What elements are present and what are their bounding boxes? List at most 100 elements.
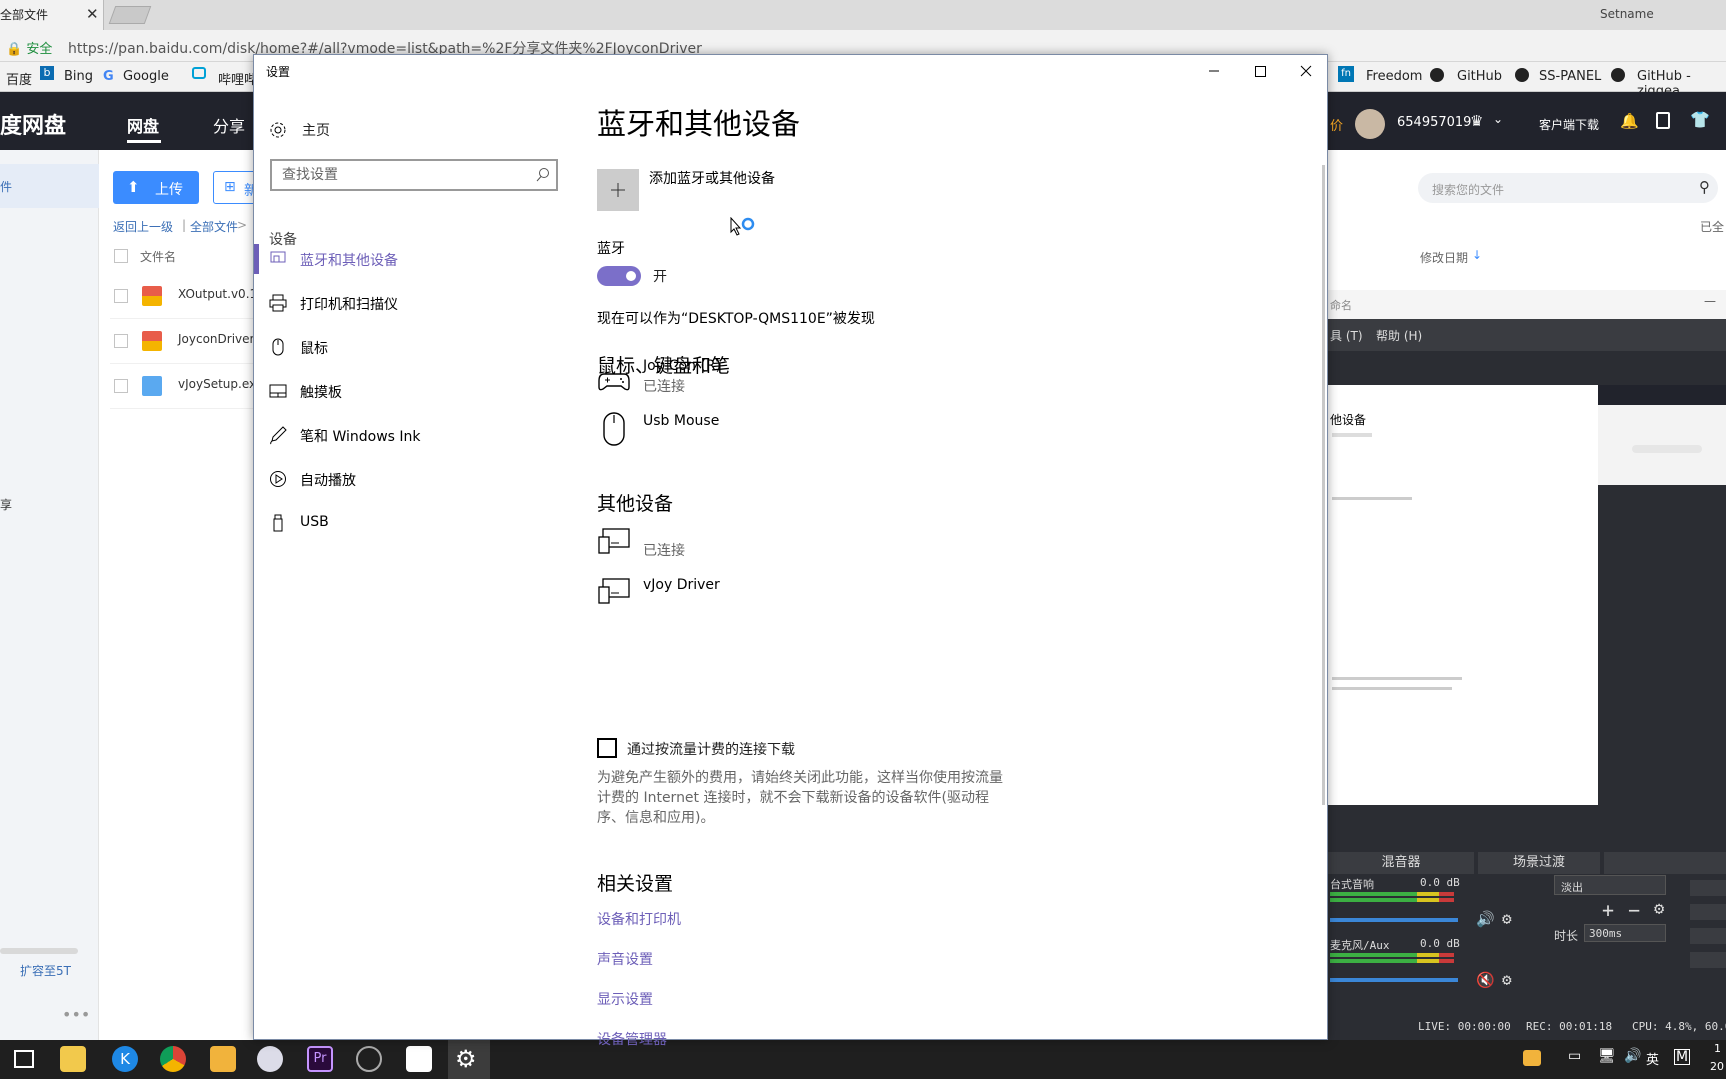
sidebar-item-share[interactable]: 享 xyxy=(0,496,12,513)
bookmark-ss-panel[interactable]: SS-PANEL xyxy=(1539,69,1601,84)
settings-titlebar[interactable]: 设置 xyxy=(254,55,1327,87)
photos-icon[interactable] xyxy=(406,1046,432,1072)
gear-icon[interactable]: ⚙ xyxy=(1502,970,1512,989)
remove-icon[interactable]: − xyxy=(1628,898,1640,922)
metered-label[interactable]: 通过按流量计费的连接下载 xyxy=(627,739,795,759)
device-usb-mouse[interactable] xyxy=(599,411,629,447)
device-name[interactable]: Usb Mouse xyxy=(643,413,719,429)
minimize-icon[interactable]: — xyxy=(1704,294,1716,308)
file-checkbox[interactable] xyxy=(114,334,128,348)
more-icon[interactable]: ••• xyxy=(62,1005,90,1024)
upload-button[interactable]: ⬆ 上传 xyxy=(113,171,199,204)
metered-checkbox[interactable] xyxy=(597,738,617,758)
column-filename[interactable]: 文件名 xyxy=(140,248,176,265)
tray-volume-icon[interactable]: 🔊 xyxy=(1624,1048,1641,1064)
obs-menu-tools[interactable]: 具 (T) xyxy=(1330,327,1363,344)
link-display-settings[interactable]: 显示设置 xyxy=(597,989,653,1009)
obs-icon[interactable] xyxy=(356,1046,382,1072)
settings-search[interactable] xyxy=(270,159,558,191)
bookmark-bing[interactable]: Bing xyxy=(64,69,93,84)
bookmark-github[interactable]: GitHub xyxy=(1457,69,1502,84)
obs-menu-help[interactable]: 帮助 (H) xyxy=(1376,327,1422,344)
file-row[interactable]: vJoySetup.exe xyxy=(110,365,263,409)
breadcrumb-back[interactable]: 返回上一级 xyxy=(113,218,173,235)
app-cat-icon[interactable] xyxy=(210,1046,236,1072)
add-device-button[interactable] xyxy=(597,169,639,211)
ime-indicator[interactable]: 英 xyxy=(1646,1049,1659,1068)
nav-item-touchpad[interactable]: 触摸板 xyxy=(254,369,554,413)
link-device-manager[interactable]: 设备管理器 xyxy=(597,1029,667,1049)
username[interactable]: 654957019 xyxy=(1397,115,1471,130)
maximize-button[interactable] xyxy=(1237,55,1283,87)
avatar[interactable] xyxy=(1355,109,1385,139)
chrome-icon[interactable] xyxy=(160,1046,186,1072)
transition-select[interactable]: 淡出 xyxy=(1554,875,1666,895)
settings-search-input[interactable] xyxy=(282,166,522,184)
nav-item-pen[interactable]: 笔和 Windows Ink xyxy=(254,413,554,457)
device-unknown[interactable] xyxy=(597,527,631,555)
add-icon[interactable]: + xyxy=(1602,898,1614,922)
clipboard-icon[interactable] xyxy=(1656,112,1670,129)
ime-mode-icon[interactable]: M xyxy=(1674,1049,1690,1065)
file-row[interactable]: XOutput.v0.11 xyxy=(110,275,265,319)
add-device-label[interactable]: 添加蓝牙或其他设备 xyxy=(649,168,775,188)
nav-item-printers[interactable]: 打印机和扫描仪 xyxy=(254,281,554,325)
nav-item-mouse[interactable]: 鼠标 xyxy=(254,325,554,369)
bookmark-baidu[interactable]: 百度 xyxy=(6,69,32,88)
link-devices-printers[interactable]: 设备和打印机 xyxy=(597,909,681,929)
app-sphere-icon[interactable] xyxy=(257,1046,283,1072)
device-name[interactable]: Joy-Con (R) xyxy=(643,358,721,374)
device-name[interactable]: vJoy Driver xyxy=(643,577,720,593)
tray-network-icon[interactable]: 🖥 xyxy=(1598,1048,1616,1064)
sidebar-item-all-files[interactable]: 件 xyxy=(0,164,99,208)
desktop-volume-slider[interactable] xyxy=(1330,918,1458,922)
nav-home[interactable]: 主页 xyxy=(268,115,528,145)
muted-icon[interactable]: 🔇 xyxy=(1476,971,1495,989)
file-name[interactable]: JoyconDriver.z xyxy=(178,332,263,346)
select-all-checkbox[interactable] xyxy=(114,249,128,263)
sort-by-date[interactable]: 修改日期 xyxy=(1420,249,1468,266)
bookmark-bilibili[interactable]: 哔哩哔 xyxy=(218,69,257,88)
file-search-input[interactable]: 搜索您的文件 ⚲ xyxy=(1418,173,1718,203)
bluetooth-toggle[interactable] xyxy=(597,266,641,286)
nav-item-bluetooth[interactable]: 蓝牙和其他设备 xyxy=(254,237,554,281)
file-name[interactable]: XOutput.v0.11 xyxy=(178,287,265,301)
file-name[interactable]: vJoySetup.exe xyxy=(178,377,263,391)
pan-nav-share[interactable]: 分享 xyxy=(213,113,245,137)
file-explorer-icon[interactable] xyxy=(60,1046,86,1072)
tab-close-icon[interactable]: ✕ xyxy=(86,5,99,23)
premiere-icon[interactable]: Pr xyxy=(307,1046,333,1072)
search-icon[interactable]: ⚲ xyxy=(1699,178,1710,196)
gear-icon[interactable]: ⚙ xyxy=(1654,899,1664,919)
file-checkbox[interactable] xyxy=(114,289,128,303)
control-button[interactable] xyxy=(1690,928,1726,944)
secure-indicator[interactable]: 🔒 安全 xyxy=(6,38,52,57)
tray-app-icon[interactable] xyxy=(1523,1050,1541,1066)
new-tab-button[interactable] xyxy=(108,6,152,24)
vip-label[interactable]: 价 xyxy=(1330,115,1343,134)
browser-tab[interactable]: 全部文件 ✕ xyxy=(0,0,104,30)
scrollbar[interactable] xyxy=(1322,165,1325,805)
close-button[interactable] xyxy=(1283,55,1329,87)
client-download[interactable]: 客户端下载 xyxy=(1539,116,1599,133)
bookmark-google[interactable]: Google xyxy=(123,69,169,84)
nav-item-usb[interactable]: USB xyxy=(254,501,554,545)
k-app-icon[interactable]: K xyxy=(112,1046,138,1072)
tray-power-icon[interactable]: ▭ xyxy=(1568,1048,1581,1064)
pan-logo[interactable]: 度网盘 xyxy=(0,108,66,140)
chevron-down-icon[interactable]: ⌄ xyxy=(1493,112,1503,126)
gear-icon[interactable]: ⚙ xyxy=(1502,909,1512,928)
device-joycon[interactable] xyxy=(597,367,631,397)
control-button[interactable] xyxy=(1690,880,1726,896)
shirt-icon[interactable]: 👕 xyxy=(1690,110,1710,129)
settings-gear-icon[interactable]: ⚙ xyxy=(455,1045,477,1073)
speaker-icon[interactable]: 🔊 xyxy=(1476,910,1495,928)
pan-nav-disk[interactable]: 网盘 xyxy=(127,113,159,137)
duration-input[interactable]: 300ms xyxy=(1584,924,1666,942)
control-button[interactable] xyxy=(1690,952,1726,968)
file-checkbox[interactable] xyxy=(114,379,128,393)
task-view-icon[interactable] xyxy=(14,1050,34,1068)
clock-time[interactable]: 1 xyxy=(1714,1042,1721,1055)
breadcrumb-all-files[interactable]: 全部文件 xyxy=(190,218,238,235)
browser-profile-name[interactable]: Setname xyxy=(1600,7,1654,21)
